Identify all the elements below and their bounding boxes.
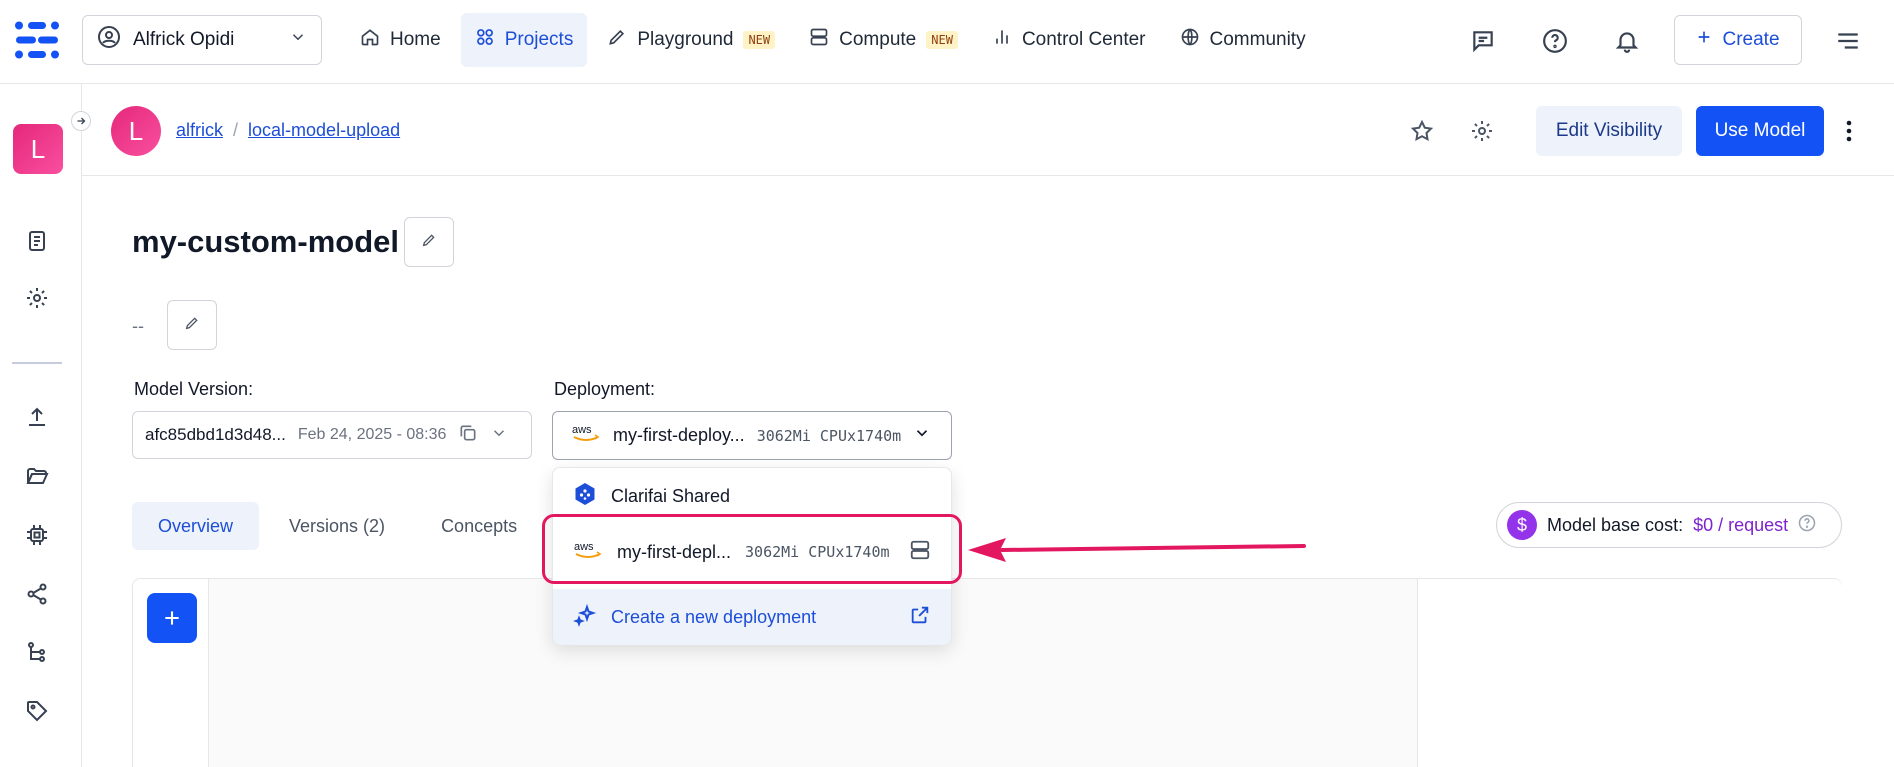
nav-compute-label: Compute — [839, 29, 917, 50]
copy-icon[interactable] — [458, 423, 478, 448]
breadcrumb-user-link[interactable]: alfrick — [176, 120, 223, 141]
deployment-select[interactable]: aws my-first-deploy... 3062Mi CPUx1740m — [552, 411, 952, 460]
server-icon — [809, 27, 829, 53]
deployment-label: Deployment: — [554, 379, 656, 399]
settings-icon[interactable] — [22, 283, 52, 313]
help-icon[interactable] — [1798, 514, 1816, 537]
create-deployment-item[interactable]: Create a new deployment — [553, 589, 951, 645]
folder-open-icon[interactable] — [22, 461, 52, 491]
model-header: L alfrick / local-model-upload Edit Visi… — [82, 84, 1894, 176]
annotation-arrow-icon — [968, 538, 1306, 562]
user-name: Alfrick Opidi — [133, 29, 235, 50]
breadcrumb-app-link[interactable]: local-model-upload — [248, 120, 400, 141]
deployment-specs: 3062Mi CPUx1740m — [756, 426, 902, 445]
external-link-icon — [909, 604, 931, 631]
breadcrumb: alfrick / local-model-upload — [176, 120, 400, 141]
top-navigation: Alfrick Opidi Home Projects Playground N… — [0, 0, 1894, 84]
model-base-cost: $ Model base cost: $0 / request — [1496, 502, 1842, 548]
grid-icon — [475, 27, 495, 53]
app-avatar[interactable]: L — [13, 124, 63, 174]
canvas-toolbar — [133, 579, 209, 767]
cost-label: Model base cost: — [1547, 514, 1684, 535]
nav-home[interactable]: Home — [346, 13, 455, 67]
new-badge: NEW — [743, 31, 776, 49]
feedback-icon[interactable] — [1468, 26, 1498, 56]
cost-value: $0 / request — [1693, 514, 1789, 535]
breadcrumb-separator: / — [233, 120, 239, 140]
bar-chart-icon — [992, 27, 1012, 53]
nav-control-center[interactable]: Control Center — [978, 13, 1160, 67]
create-button[interactable]: Create — [1674, 15, 1802, 65]
menu-icon[interactable] — [1833, 26, 1863, 56]
dollar-icon: $ — [1507, 510, 1537, 540]
more-options-icon[interactable] — [1839, 116, 1859, 146]
plus-icon — [1696, 29, 1712, 51]
edit-description-button[interactable] — [167, 300, 217, 350]
workflow-icon[interactable] — [22, 637, 52, 667]
edit-title-button[interactable] — [404, 217, 454, 267]
sidebar-divider — [12, 362, 62, 364]
nav-projects-label: Projects — [504, 29, 574, 50]
clarifai-shared-icon — [573, 482, 597, 511]
svg-text:aws: aws — [572, 424, 592, 436]
user-selector[interactable]: Alfrick Opidi — [82, 15, 322, 65]
add-button[interactable] — [147, 593, 197, 643]
upload-icon[interactable] — [22, 402, 52, 432]
use-model-button[interactable]: Use Model — [1696, 106, 1824, 156]
nav-control-center-label: Control Center — [1021, 29, 1146, 50]
create-label: Create — [1722, 29, 1780, 50]
nav-projects[interactable]: Projects — [460, 13, 588, 67]
bell-icon[interactable] — [1612, 26, 1642, 56]
tab-versions[interactable]: Versions (2) — [263, 502, 411, 550]
deployment-name: my-first-deploy... — [613, 425, 745, 445]
home-icon — [360, 27, 380, 53]
chevron-down-icon — [289, 28, 307, 52]
pencil-icon — [607, 27, 627, 53]
tab-overview[interactable]: Overview — [132, 502, 260, 550]
create-deployment-label: Create a new deployment — [611, 606, 817, 627]
canvas-side-panel — [1417, 579, 1842, 767]
nav-compute[interactable]: Compute NEW — [795, 13, 972, 67]
owner-avatar[interactable]: L — [111, 106, 161, 156]
highlight-box — [542, 514, 962, 584]
main-nav: Home Projects Playground NEW Compute NEW — [346, 13, 1320, 67]
star-icon[interactable] — [1407, 116, 1437, 146]
edit-visibility-button[interactable]: Edit Visibility — [1536, 106, 1682, 156]
gear-icon[interactable] — [1467, 116, 1497, 146]
user-circle-icon — [97, 25, 121, 55]
new-badge: NEW — [926, 31, 958, 49]
tag-icon[interactable] — [22, 696, 52, 726]
nav-playground[interactable]: Playground NEW — [593, 13, 789, 67]
expand-sidebar-icon[interactable] — [71, 111, 91, 131]
model-description: -- — [132, 316, 144, 336]
owner-avatar-letter: L — [128, 115, 144, 146]
nav-community-label: Community — [1209, 29, 1306, 50]
aws-logo-icon: aws — [571, 422, 601, 449]
model-title: my-custom-model — [132, 224, 399, 259]
nav-home-label: Home — [390, 29, 441, 50]
globe-icon — [1180, 27, 1200, 53]
left-sidebar: L — [0, 84, 82, 767]
chevron-down-icon — [490, 424, 508, 447]
version-id: afc85dbd1d3d48... — [145, 425, 286, 444]
app-avatar-letter: L — [30, 133, 46, 164]
workspace-canvas — [132, 578, 1842, 767]
model-tabs: Overview Versions (2) Concepts L — [132, 502, 565, 550]
help-icon[interactable] — [1540, 26, 1570, 56]
nav-community[interactable]: Community — [1166, 13, 1320, 67]
clarifai-logo-icon[interactable] — [14, 20, 60, 60]
document-icon[interactable] — [22, 226, 52, 256]
model-version-label: Model Version: — [134, 379, 254, 399]
chevron-down-icon — [913, 424, 931, 447]
model-version-select[interactable]: afc85dbd1d3d48... Feb 24, 2025 - 08:36 — [132, 411, 532, 459]
clarifai-shared-label: Clarifai Shared — [611, 485, 731, 506]
chip-icon[interactable] — [22, 520, 52, 550]
pencil-icon — [184, 315, 200, 336]
pencil-icon — [421, 232, 437, 253]
nav-playground-label: Playground — [637, 29, 734, 50]
share-icon[interactable] — [22, 579, 52, 609]
sparkle-icon — [573, 603, 597, 632]
tab-concepts[interactable]: Concepts — [415, 502, 543, 550]
version-date: Feb 24, 2025 - 08:36 — [297, 426, 447, 443]
